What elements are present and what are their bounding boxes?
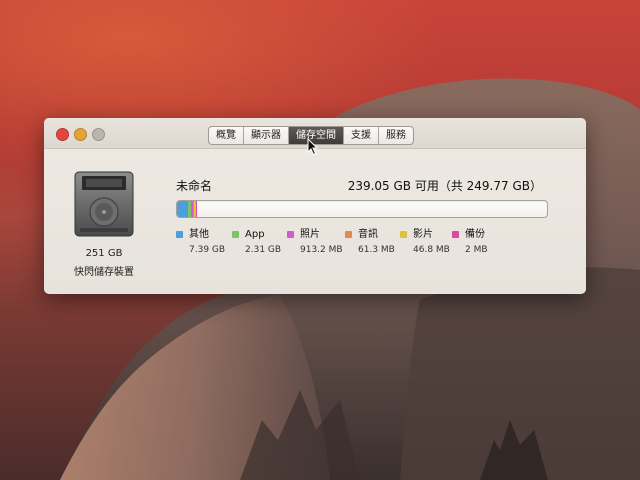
legend-swatch-audio [345,231,352,238]
minimize-window-button[interactable] [74,128,87,141]
drive-size-label: 251 GB [85,248,123,259]
legend-swatch-apps [232,231,239,238]
legend-size-other: 7.39 GB [189,245,226,255]
volume-name: 未命名 [176,179,213,193]
tab-overview[interactable]: 概覽 [209,127,244,144]
legend-size-backups: 2 MB [465,245,488,255]
legend-label-audio: 音訊 [358,229,378,240]
legend-swatch-movies [400,231,407,238]
close-window-button[interactable] [56,128,69,141]
legend-swatch-backups [452,231,459,238]
storage-legend: 其他 7.39 GB App 2.31 GB 照片 913.2 MB 音訊 61… [176,229,516,269]
legend-label-apps: App [245,229,265,240]
storage-usage-bar [176,200,548,218]
tab-displays[interactable]: 顯示器 [244,127,289,144]
legend-swatch-photos [287,231,294,238]
legend-size-photos: 913.2 MB [300,245,343,255]
tab-support[interactable]: 支援 [344,127,379,144]
capacity-summary: 239.05 GB 可用（共 249.77 GB） [347,179,542,193]
system-info-window: 概覽 顯示器 儲存空間 支援 服務 251 GB 快閃儲存裝置 未命名 239.… [44,118,586,294]
legend-size-apps: 2.31 GB [245,245,282,255]
legend-label-movies: 影片 [413,229,433,240]
storage-usage-fill [177,201,198,217]
legend-label-other: 其他 [189,229,209,240]
legend-label-photos: 照片 [300,229,320,240]
legend-size-movies: 46.8 MB [413,245,450,255]
mouse-pointer-icon [307,138,319,156]
drive-name-label: 快閃儲存裝置 [74,267,134,278]
legend-size-audio: 61.3 MB [358,245,395,255]
storage-bar-segment-0 [177,201,188,217]
flash-drive-icon [74,171,134,237]
tab-service[interactable]: 服務 [379,127,413,144]
zoom-window-button[interactable] [92,128,105,141]
storage-bar-segment-5 [195,201,198,217]
legend-label-backups: 備份 [465,229,485,240]
legend-swatch-other [176,231,183,238]
